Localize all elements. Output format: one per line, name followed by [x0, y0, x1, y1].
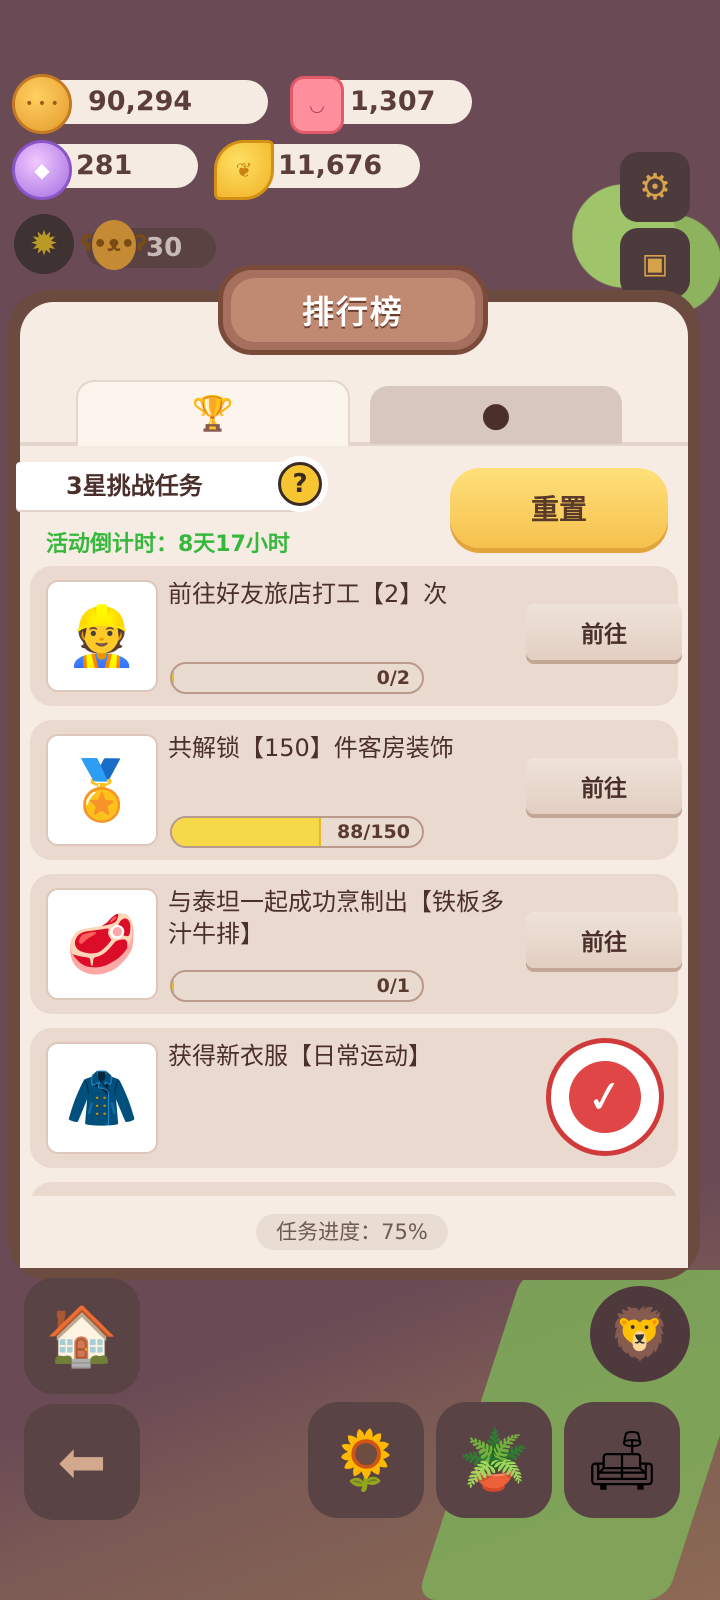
task-title: 共解锁【150】件客房装饰 — [168, 734, 454, 762]
lion-npc-button[interactable]: 🦁 — [590, 1286, 690, 1382]
go-button[interactable]: 前往 — [526, 758, 682, 814]
reset-button[interactable]: 重置 — [450, 468, 668, 548]
gem-icon — [12, 140, 72, 200]
question-icon: ? — [278, 462, 322, 506]
task-title: 与泰坦一起成功烹制出【铁板多汁牛排】 — [168, 888, 504, 948]
overall-progress: 任务进度：75% — [256, 1214, 448, 1250]
task-card: 🥩 与泰坦一起成功烹制出【铁板多汁牛排】 0/1 前往 — [30, 874, 682, 1014]
stamp-card-button[interactable]: ▣ — [620, 228, 690, 298]
level-indicator[interactable]: ʕ•ᴥ•ʔ 30 — [81, 220, 216, 270]
progress-text: 0/1 — [376, 975, 410, 997]
back-arrow-icon: ⬅ — [57, 1428, 107, 1496]
progress-fill — [172, 664, 174, 692]
flower-pot-button[interactable]: 🌻 — [308, 1402, 424, 1518]
lion-npc-icon: 🦁 — [608, 1304, 672, 1363]
gem-amount: 281 — [76, 150, 133, 181]
house-icon: 🏠 — [45, 1301, 119, 1370]
sun-icon: ✹ — [29, 224, 59, 264]
trophy-icon: 🏆 — [191, 394, 235, 434]
outfit-icon: 🧥 — [46, 1042, 158, 1154]
panel-title-plaque: 排行榜 — [218, 265, 488, 355]
go-button[interactable]: 前往 — [526, 912, 682, 968]
worker-girl-icon: 👷 — [46, 580, 158, 692]
leaf-icon — [214, 140, 274, 200]
house-button[interactable]: 🏠 — [24, 1278, 140, 1394]
challenge-label: 3星挑战任务 — [16, 462, 316, 510]
task-progress-bar: 0/2 — [170, 662, 424, 694]
task-progress-bar: 88/150 — [170, 816, 424, 848]
cookie-planet-icon: ● — [481, 395, 511, 435]
cookie-amount: 90,294 — [88, 86, 193, 117]
progress-text: 0/2 — [376, 667, 410, 689]
progress-text: 88/150 — [336, 821, 410, 843]
candle-amount: 1,307 — [350, 86, 436, 117]
sofa-icon: 🛋 — [585, 1425, 659, 1494]
event-countdown: 活动倒计时：8天17小时 — [46, 532, 290, 557]
task-title: 前往好友旅店打工【2】次 — [168, 580, 448, 608]
tab-trophy[interactable]: 🏆 — [76, 380, 350, 446]
leaf-amount: 11,676 — [278, 150, 383, 181]
go-button[interactable]: 前往 — [526, 604, 682, 660]
badge-decor-icon: 🏅 — [46, 734, 158, 846]
task-title: 获得新衣服【日常运动】 — [168, 1042, 432, 1070]
settings-button[interactable]: ⚙ — [620, 152, 690, 222]
task-card: 👷 前往好友旅店打工【2】次 0/2 前往 — [30, 566, 682, 706]
lion-stamp-icon: ▣ — [641, 246, 669, 280]
task-card: 🧥 获得新衣服【日常运动】 ✓ — [30, 1028, 678, 1168]
task-card: 🏅 共解锁【150】件客房装饰 88/150 前往 — [30, 720, 682, 860]
plant-button[interactable]: 🪴 — [436, 1402, 552, 1518]
task-progress-bar: 0/1 — [170, 970, 424, 1002]
cookie-icon — [12, 74, 72, 134]
back-button[interactable]: ⬅ — [24, 1404, 140, 1520]
steak-dish-icon: 🥩 — [46, 888, 158, 1000]
check-icon: ✓ — [564, 1056, 646, 1138]
help-button[interactable]: ? — [272, 456, 328, 512]
gear-icon: ⚙ — [638, 166, 672, 208]
sun-button[interactable]: ✹ — [14, 214, 74, 274]
completed-stamp: ✓ — [538, 1030, 672, 1164]
progress-fill — [172, 972, 174, 1000]
challenge-label-text: 3星挑战任务 — [66, 472, 203, 500]
plant-icon: 🪴 — [457, 1425, 531, 1494]
lion-icon: ʕ•ᴥ•ʔ — [81, 220, 147, 270]
panel-title: 排行榜 — [231, 278, 475, 342]
tab-cookie-planet[interactable]: ● — [370, 386, 622, 444]
sunflower-icon: 🌻 — [329, 1425, 403, 1494]
progress-fill — [172, 818, 321, 846]
level-value: 30 — [146, 233, 183, 263]
candle-icon — [290, 76, 344, 134]
sofa-button[interactable]: 🛋 — [564, 1402, 680, 1518]
